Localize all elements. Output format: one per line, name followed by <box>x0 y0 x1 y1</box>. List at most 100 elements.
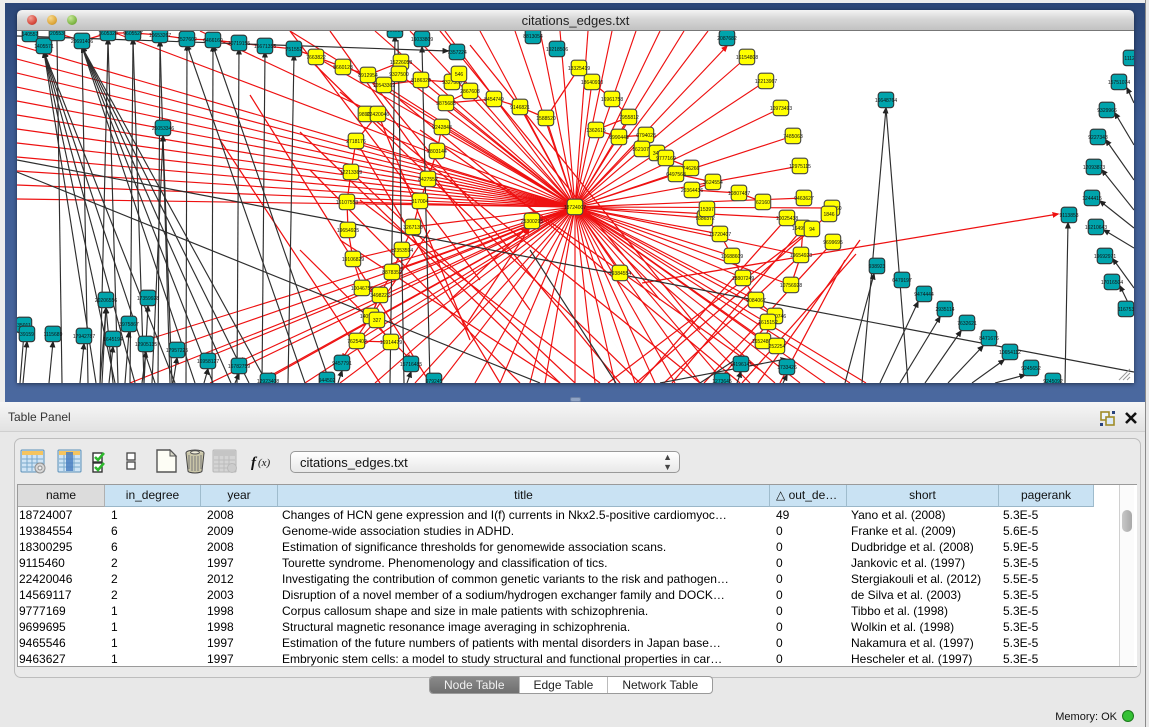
svg-text:20691406: 20691406 <box>71 39 93 45</box>
svg-text:15397: 15397 <box>700 207 714 213</box>
svg-text:3498222: 3498222 <box>370 293 390 299</box>
svg-text:19384554: 19384554 <box>609 271 631 277</box>
svg-text:25300295: 25300295 <box>521 219 543 225</box>
svg-text:7632621: 7632621 <box>957 321 977 327</box>
svg-text:1615152: 1615152 <box>758 320 778 326</box>
svg-text:10543362: 10543362 <box>373 83 395 89</box>
svg-text:9227343: 9227343 <box>1088 135 1108 141</box>
svg-text:7663822: 7663822 <box>306 55 326 61</box>
svg-text:16033809: 16033809 <box>411 37 433 43</box>
svg-text:13325419: 13325419 <box>568 66 590 72</box>
svg-text:1527602: 1527602 <box>177 37 197 43</box>
svg-text:19654923: 19654923 <box>790 253 812 259</box>
svg-text:8878352: 8878352 <box>382 270 402 276</box>
svg-text:12905135: 12905135 <box>135 342 157 348</box>
svg-text:f: f <box>251 455 258 471</box>
svg-text:10756928: 10756928 <box>780 283 802 289</box>
svg-text:10025438: 10025438 <box>776 216 798 222</box>
svg-text:9113853: 9113853 <box>1059 213 1078 219</box>
svg-text:9329966: 9329966 <box>1097 108 1117 114</box>
svg-text:10973493: 10973493 <box>770 106 792 112</box>
svg-text:8186328: 8186328 <box>411 78 431 84</box>
svg-text:9699695: 9699695 <box>823 240 843 246</box>
svg-text:7625402: 7625402 <box>347 339 367 345</box>
svg-text:8990448: 8990448 <box>609 135 629 141</box>
svg-text:1362615: 1362615 <box>586 128 606 134</box>
svg-text:16107553: 16107553 <box>336 200 358 206</box>
svg-text:9084067: 9084067 <box>746 298 766 304</box>
svg-text:15751074: 15751074 <box>1108 80 1130 86</box>
svg-text:16648764: 16648764 <box>875 98 897 104</box>
svg-text:2935114: 2935114 <box>935 307 954 313</box>
svg-text:1115689: 1115689 <box>44 332 63 338</box>
svg-text:938923: 938923 <box>869 264 886 270</box>
svg-text:6466160: 6466160 <box>203 38 223 44</box>
svg-text:16210643: 16210643 <box>1085 225 1107 231</box>
svg-text:18807249: 18807249 <box>732 276 754 282</box>
svg-text:9245652: 9245652 <box>1021 366 1041 372</box>
svg-text:9146821: 9146821 <box>510 105 530 111</box>
svg-text:18640910: 18640910 <box>581 80 603 86</box>
svg-text:10688609: 10688609 <box>721 254 743 260</box>
svg-text:17942787: 17942787 <box>73 334 95 340</box>
svg-text:10654112: 10654112 <box>999 350 1021 356</box>
svg-text:160338: 160338 <box>387 31 404 34</box>
svg-text:20553: 20553 <box>50 31 64 37</box>
svg-text:12093873: 12093873 <box>1083 165 1105 171</box>
svg-text:2718176: 2718176 <box>346 139 366 145</box>
svg-text:6794028: 6794028 <box>636 133 656 139</box>
svg-text:19218506: 19218506 <box>546 47 568 53</box>
svg-text:12213369: 12213369 <box>340 170 362 176</box>
svg-text:12923408: 12923408 <box>257 379 279 383</box>
svg-text:39159: 39159 <box>20 332 34 338</box>
svg-text:7955812: 7955812 <box>619 115 639 121</box>
svg-text:1846: 1846 <box>823 212 834 218</box>
svg-text:20364436: 20364436 <box>681 188 703 194</box>
svg-text:9242848: 9242848 <box>432 125 452 131</box>
svg-text:1588520: 1588520 <box>536 116 556 122</box>
svg-text:14196141: 14196141 <box>730 362 752 368</box>
svg-text:3975867: 3975867 <box>119 322 139 328</box>
svg-text:9457791: 9457791 <box>332 361 352 367</box>
svg-text:3267130: 3267130 <box>403 225 423 231</box>
svg-text:1405571: 1405571 <box>34 44 54 50</box>
svg-text:1273645: 1273645 <box>712 379 732 383</box>
svg-text:944502: 944502 <box>319 378 336 383</box>
svg-text:9463627: 9463627 <box>794 196 814 202</box>
svg-text:12213967: 12213967 <box>755 79 777 85</box>
svg-text:2867608: 2867608 <box>460 89 480 95</box>
svg-text:1605328: 1605328 <box>98 31 118 37</box>
svg-text:17016504: 17016504 <box>1101 280 1123 286</box>
svg-text:1244415: 1244415 <box>1082 196 1102 202</box>
svg-text:317004: 317004 <box>412 199 429 205</box>
svg-text:252254: 252254 <box>769 344 786 350</box>
svg-text:2803144: 2803144 <box>427 149 447 155</box>
svg-text:6497568: 6497568 <box>666 172 686 178</box>
svg-text:16154808: 16154808 <box>736 55 758 61</box>
svg-text:1733426: 1733426 <box>777 365 797 371</box>
svg-text:10719155: 10719155 <box>228 41 250 47</box>
svg-text:18724007: 18724007 <box>564 205 586 211</box>
svg-text:11123: 11123 <box>1124 56 1134 62</box>
svg-text:9777169: 9777169 <box>656 156 676 162</box>
svg-text:10653267: 10653267 <box>149 33 171 39</box>
svg-text:2087682: 2087682 <box>717 36 737 42</box>
svg-text:94: 94 <box>809 227 815 233</box>
svg-text:3875685: 3875685 <box>436 101 456 107</box>
svg-text:7485063: 7485063 <box>783 134 803 140</box>
svg-text:8813054: 8813054 <box>523 34 543 40</box>
svg-text:22420046: 22420046 <box>367 112 389 118</box>
svg-text:9245092: 9245092 <box>1043 379 1063 383</box>
svg-text:17957225: 17957225 <box>166 348 188 354</box>
svg-text:8660128: 8660128 <box>333 65 353 71</box>
svg-text:62160: 62160 <box>756 200 770 206</box>
svg-text:15226058: 15226058 <box>390 60 412 66</box>
svg-text:8427552: 8427552 <box>418 177 438 183</box>
svg-text:327: 327 <box>373 318 382 324</box>
svg-text:19106829: 19106829 <box>342 257 364 263</box>
svg-text:8454749: 8454749 <box>484 97 504 103</box>
svg-text:(x): (x) <box>258 457 271 469</box>
svg-text:10046755: 10046755 <box>351 286 373 292</box>
svg-text:12353594: 12353594 <box>391 248 413 254</box>
svg-text:17359928: 17359928 <box>137 296 159 302</box>
